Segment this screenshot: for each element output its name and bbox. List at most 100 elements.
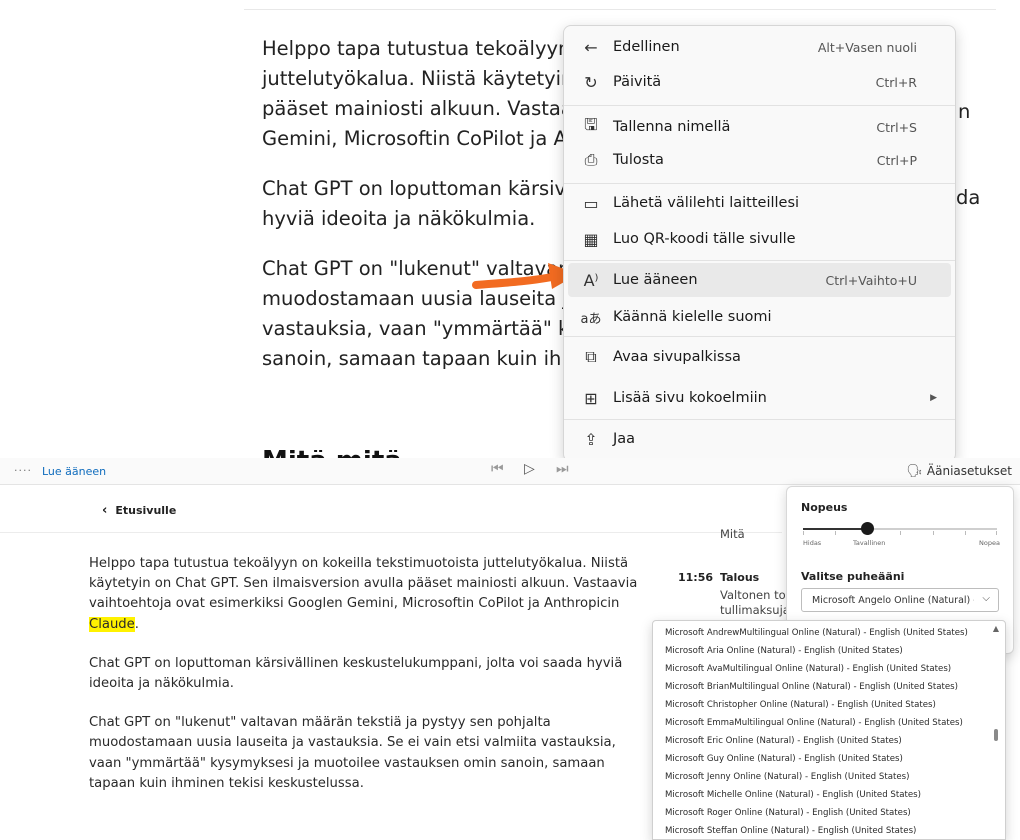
more-options-icon[interactable]: ····: [14, 464, 32, 477]
voice-settings-button[interactable]: 🗣 Ääniasetukset: [906, 460, 1012, 482]
speed-label-slow: Hidas: [803, 539, 822, 547]
read-aloud-toolbar: ···· Lue ääneen ⏮ ▷ ⏭ 🗣 Ääniasetukset: [0, 458, 1020, 485]
menu-item-shortcut: Ctrl+Vaihto+U: [825, 272, 917, 288]
top-p3-line-3: vastauksia, vaan "ymmärtää" ky: [262, 317, 581, 340]
send-to-devices-icon: ▭: [583, 193, 599, 213]
top-p2-tail: da: [956, 186, 981, 209]
scrollbar-thumb[interactable]: [994, 729, 998, 741]
top-p1-line-2: juttelutyökalua. Niistä käytetyin: [262, 67, 574, 90]
menu-separator: [564, 419, 955, 420]
menu-separator: [564, 336, 955, 337]
menu-item-open-sidebar[interactable]: ⧉ Avaa sivupalkissa: [568, 340, 951, 374]
menu-item-refresh[interactable]: ↻ Päivitä Ctrl+R: [568, 65, 951, 99]
menu-item-send-to-devices[interactable]: ▭ Lähetä välilehti laitteillesi: [568, 186, 951, 220]
back-link-label: Etusivulle: [115, 504, 177, 517]
voice-option[interactable]: Microsoft AvaMultilingual Online (Natura…: [665, 660, 951, 677]
menu-item-shortcut: Ctrl+P: [876, 152, 917, 168]
save-as-icon: 🖫: [584, 114, 598, 134]
menu-item-label: Avaa sivupalkissa: [613, 349, 741, 365]
spoken-word-highlight: Claude: [89, 616, 135, 632]
menu-item-label: Päivitä: [613, 74, 662, 90]
menu-item-label: Jaa: [613, 431, 636, 447]
speed-slider-thumb[interactable]: [860, 522, 874, 535]
voice-option[interactable]: Microsoft Roger Online (Natural) - Engli…: [665, 804, 911, 821]
voice-option[interactable]: Microsoft AndrewMultilingual Online (Nat…: [665, 624, 968, 641]
voice-option[interactable]: Microsoft Jenny Online (Natural) - Engli…: [665, 768, 909, 785]
submenu-arrow-icon: ▶: [930, 393, 937, 403]
news-snippet-top[interactable]: Mitä keväan: [720, 527, 786, 539]
context-menu: ← Edellinen Alt+Vasen nuoli ↻ Päivitä Ct…: [563, 25, 956, 462]
menu-item-label: Edellinen: [613, 39, 680, 55]
voice-select-title: Valitse puheääni: [801, 570, 905, 583]
voice-option[interactable]: Microsoft Steffan Online (Natural) - Eng…: [665, 822, 916, 839]
voice-option[interactable]: Microsoft Christopher Online (Natural) -…: [665, 696, 936, 713]
previous-paragraph-icon[interactable]: ⏮: [491, 461, 504, 477]
slider-tick: [803, 531, 804, 535]
news-headline-line[interactable]: Valtonen toi: [720, 588, 788, 602]
news-headline-line[interactable]: tullimaksuja: [720, 603, 788, 617]
voice-settings-icon: 🗣: [906, 463, 923, 479]
refresh-icon: ↻: [584, 72, 598, 92]
voice-option[interactable]: Microsoft Eric Online (Natural) - Englis…: [665, 732, 902, 749]
voice-option[interactable]: Microsoft BrianMultilingual Online (Natu…: [665, 678, 958, 695]
page-divider: [244, 9, 996, 10]
reader-paragraph-2: Chat GPT on loputtoman kärsivällinen kes…: [89, 655, 623, 692]
speed-label-fast: Nopea: [979, 539, 1000, 547]
menu-item-translate[interactable]: aあ Käännä kielelle suomi: [568, 300, 951, 334]
slider-tick: [933, 531, 934, 535]
slider-tick: [965, 531, 966, 535]
menu-item-shortcut: Ctrl+S: [876, 119, 917, 135]
menu-item-qr-code[interactable]: ▦ Luo QR-koodi tälle sivulle: [568, 222, 951, 256]
menu-item-read-aloud[interactable]: A⁾ Lue ääneen Ctrl+Vaihto+U: [568, 263, 951, 297]
top-p1-line-1: Helppo tapa tutustua tekoälyyn: [262, 37, 571, 60]
chevron-down-icon: ⌵: [982, 593, 990, 604]
read-aloud-icon: A⁾: [583, 270, 599, 290]
speed-label-normal: Tavallinen: [853, 539, 886, 547]
back-link[interactable]: ‹ Etusivulle: [102, 503, 176, 518]
menu-item-label: Käännä kielelle suomi: [613, 309, 772, 325]
slider-tick: [900, 531, 901, 535]
top-p2-line-2: hyviä ideoita ja näkökulmia.: [262, 207, 536, 230]
menu-item-label: Luo QR-koodi tälle sivulle: [613, 231, 796, 247]
voice-option[interactable]: Microsoft Guy Online (Natural) - English…: [665, 750, 903, 767]
menu-item-back[interactable]: ← Edellinen Alt+Vasen nuoli: [568, 30, 951, 64]
next-paragraph-icon[interactable]: ⏭: [556, 461, 569, 477]
top-p3-line-4: sanoin, samaan tapaan kuin ihm: [262, 347, 581, 370]
play-icon[interactable]: ▷: [524, 461, 535, 477]
reader-paragraph-3: Chat GPT on "lukenut" valtavan määrän te…: [89, 715, 616, 791]
menu-item-label: Lue ääneen: [613, 272, 698, 288]
menu-item-share[interactable]: ⇪ Jaa: [568, 422, 951, 456]
menu-item-print[interactable]: ⎙ Tulosta Ctrl+P: [568, 143, 951, 177]
translate-icon: aあ: [580, 311, 602, 327]
reader-paragraph-1: Helppo tapa tutustua tekoälyyn on kokeil…: [89, 556, 638, 632]
voice-option[interactable]: Microsoft EmmaMultilingual Online (Natur…: [665, 714, 963, 731]
menu-item-shortcut: Alt+Vasen nuoli: [817, 39, 917, 55]
menu-item-label: Lisää sivu kokoelmiin: [613, 390, 767, 406]
top-p1-tail: n: [958, 100, 971, 123]
top-p2-line-1: Chat GPT on loputtoman kärsivä: [262, 177, 579, 200]
back-arrow-icon: ←: [584, 37, 598, 57]
voice-option[interactable]: Microsoft Michelle Online (Natural) - En…: [665, 786, 921, 803]
menu-item-label: Tulosta: [613, 152, 664, 168]
collections-icon: ⊞: [584, 388, 598, 408]
voice-select[interactable]: Microsoft Angelo Online (Natural) - F ⌵: [801, 588, 999, 612]
menu-item-add-to-collections[interactable]: ⊞ Lisää sivu kokoelmiin ▶: [568, 381, 951, 415]
menu-item-shortcut: Ctrl+R: [875, 74, 917, 90]
reader-article: Helppo tapa tutustua tekoälyyn on kokeil…: [89, 554, 649, 813]
voice-option[interactable]: Microsoft Aria Online (Natural) - Englis…: [665, 642, 903, 659]
chevron-left-icon: ‹: [102, 503, 108, 518]
menu-item-label: Lähetä välilehti laitteillesi: [613, 195, 800, 211]
menu-item-label: Tallenna nimellä: [613, 119, 731, 135]
slider-tick: [996, 531, 997, 535]
menu-item-save-as[interactable]: 🖫 Tallenna nimellä Ctrl+S: [568, 110, 951, 144]
qr-code-icon: ▦: [583, 229, 599, 249]
scroll-up-icon[interactable]: ▲: [993, 624, 999, 633]
menu-separator: [564, 105, 955, 106]
selected-voice: Microsoft Angelo Online (Natural) - F: [812, 594, 974, 606]
top-p1-line-4: Gemini, Microsoftin CoPilot ja A: [262, 127, 567, 150]
menu-separator: [564, 260, 955, 261]
speed-slider-fill: [803, 528, 868, 530]
menu-separator: [564, 183, 955, 184]
sidebar-icon: ⧉: [585, 347, 597, 366]
voice-settings-label: Ääniasetukset: [926, 464, 1012, 478]
